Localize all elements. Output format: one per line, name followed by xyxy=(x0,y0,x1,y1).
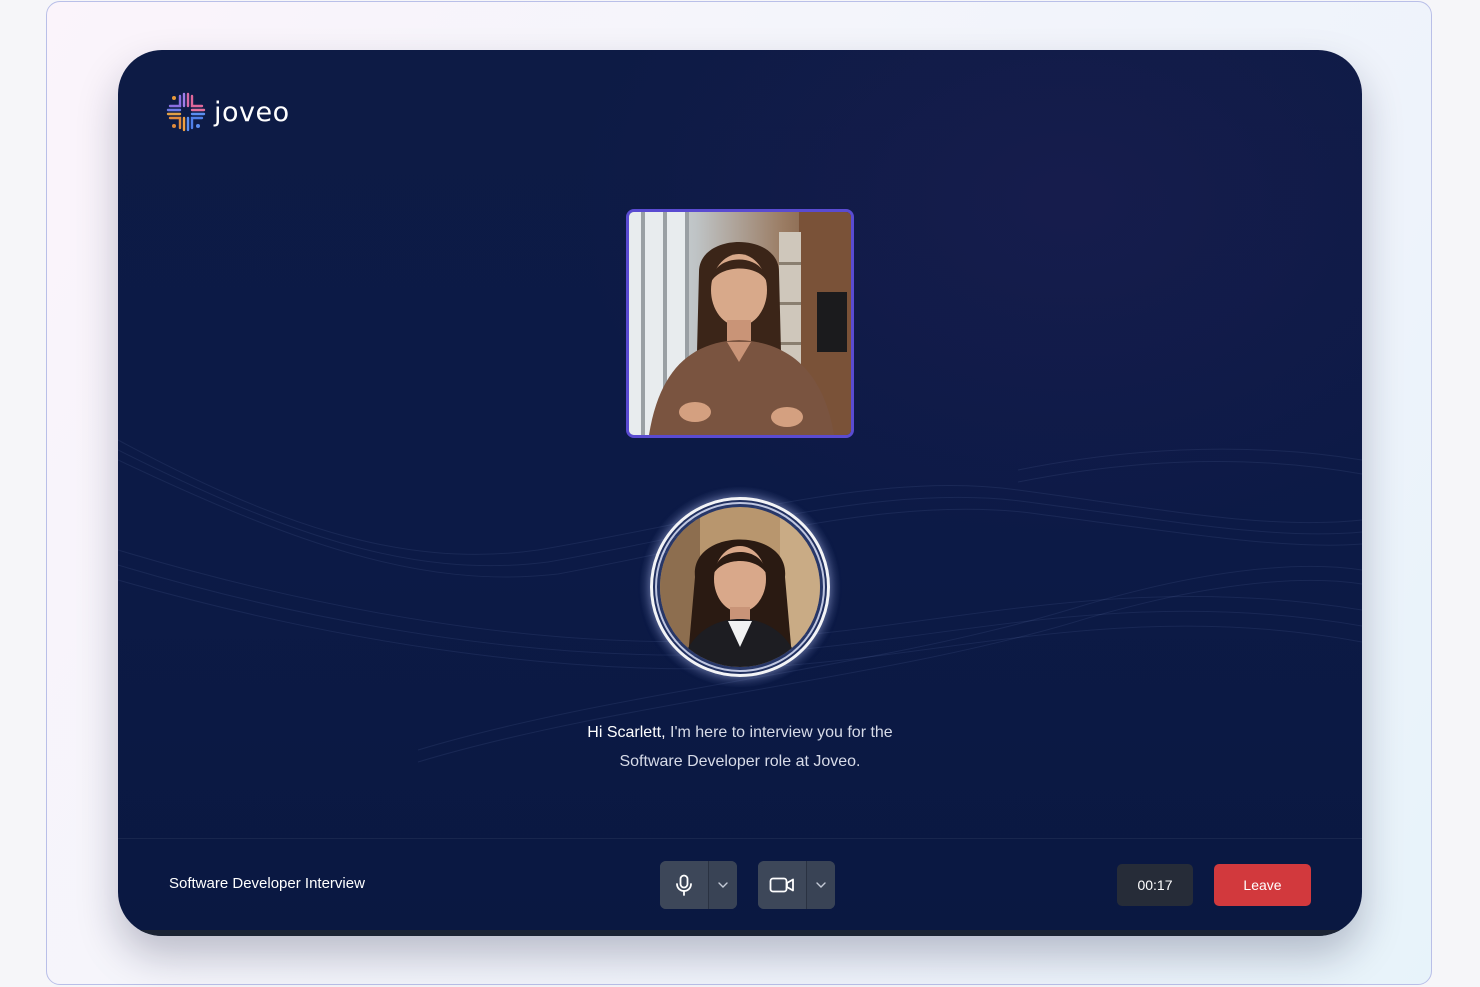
bottom-control-bar: Software Developer Interview 00:17 Leave xyxy=(118,838,1362,931)
joveo-logo: joveo xyxy=(166,92,290,132)
camera-control-group xyxy=(758,861,835,909)
chevron-down-icon xyxy=(718,882,728,888)
candidate-video-image xyxy=(629,212,851,435)
chevron-down-icon xyxy=(816,882,826,888)
mic-control-group xyxy=(660,861,737,909)
caption-line-2: Software Developer role at Joveo. xyxy=(619,753,861,770)
caption-line-1: Hi Scarlett, I'm here to interview you f… xyxy=(440,718,1040,747)
leave-button[interactable]: Leave xyxy=(1214,864,1311,906)
microphone-button[interactable] xyxy=(660,861,709,909)
interview-window: joveo Hi Scarlett, I'm here to interview… xyxy=(118,50,1362,936)
brand-name: joveo xyxy=(214,96,290,128)
interviewer-caption: Hi Scarlett, I'm here to interview you f… xyxy=(440,718,1040,776)
camera-options-button[interactable] xyxy=(807,861,835,909)
caption-line-1-rest: I'm here to interview you for the xyxy=(665,724,893,741)
caption-greeting: Hi Scarlett, xyxy=(587,724,666,741)
microphone-icon xyxy=(676,874,692,896)
video-camera-icon xyxy=(769,877,794,893)
call-timer: 00:17 xyxy=(1117,864,1193,906)
microphone-options-button[interactable] xyxy=(709,861,737,909)
meeting-title: Software Developer Interview xyxy=(169,875,365,892)
interviewer-avatar xyxy=(640,487,840,687)
joveo-logo-icon xyxy=(166,92,206,132)
candidate-video-feed xyxy=(626,209,854,438)
interviewer-photo xyxy=(660,507,820,667)
camera-button[interactable] xyxy=(758,861,807,909)
